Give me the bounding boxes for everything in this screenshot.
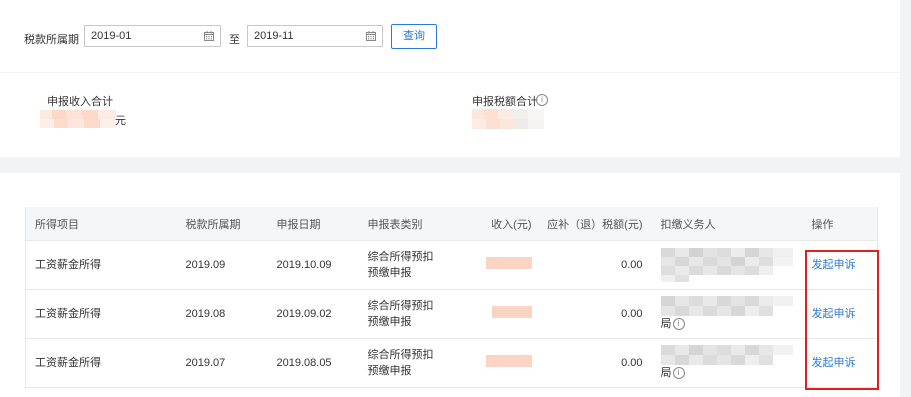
header-date: 申报日期 xyxy=(267,207,359,241)
cell-date: 2019.09.02 xyxy=(267,289,359,339)
cell-date: 2019.08.05 xyxy=(267,338,359,388)
end-period-value: 2019-11 xyxy=(254,30,294,42)
table-row: 工资薪金所得 2019.08 2019.09.02 综合所得预扣 预缴申报 0.… xyxy=(25,289,878,339)
calendar-icon[interactable] xyxy=(204,31,214,41)
cell-item: 工资薪金所得 xyxy=(25,240,177,290)
header-tax: 应补（退）税额(元) xyxy=(540,207,652,241)
cell-category: 综合所得预扣 预缴申报 xyxy=(358,338,457,388)
cell-period: 2019.09 xyxy=(176,240,268,290)
period-label: 税款所属期 xyxy=(24,34,79,46)
table-row: 工资薪金所得 2019.07 2019.08.05 综合所得预扣 预缴申报 0.… xyxy=(25,338,878,388)
category-line1: 综合所得预扣 xyxy=(367,300,434,312)
cell-income-redacted xyxy=(456,289,541,339)
header-agent: 扣缴义务人 xyxy=(651,207,803,241)
filter-panel: 税款所属期 2019-01 至 2019-11 查询 xyxy=(0,0,900,72)
tax-total-label: 申报税额合计 xyxy=(472,96,538,108)
cell-action: 发起申诉 xyxy=(802,289,878,339)
header-item: 所得项目 xyxy=(25,207,177,241)
header-income: 收入(元) xyxy=(456,207,541,241)
start-period-input[interactable]: 2019-01 xyxy=(84,25,221,47)
cell-period: 2019.08 xyxy=(176,289,268,339)
category-line2: 预缴申报 xyxy=(367,316,412,328)
cell-period: 2019.07 xyxy=(176,338,268,388)
cell-category: 综合所得预扣 预缴申报 xyxy=(358,240,457,290)
cell-item: 工资薪金所得 xyxy=(25,289,177,339)
cell-date: 2019.10.09 xyxy=(267,240,359,290)
header-category: 申报表类别 xyxy=(358,207,457,241)
cell-agent: 局i xyxy=(651,338,803,388)
cell-agent: 局i xyxy=(651,289,803,339)
category-line2: 预缴申报 xyxy=(367,267,412,279)
to-label: 至 xyxy=(229,34,240,46)
category-line2: 预缴申报 xyxy=(367,365,412,377)
declaration-table: 所得项目 税款所属期 申报日期 申报表类别 收入(元) 应补（退）税额(元) 扣… xyxy=(25,207,878,388)
summary-panel: 申报收入合计 元 申报税额合计 i xyxy=(0,73,900,157)
cell-tax: 0.00 xyxy=(540,240,652,290)
cell-income-redacted xyxy=(456,240,541,290)
cell-tax: 0.00 xyxy=(540,338,652,388)
header-period: 税款所属期 xyxy=(176,207,268,241)
tax-total-redacted xyxy=(472,109,544,129)
cell-agent-redacted xyxy=(651,240,803,290)
income-total-redacted xyxy=(40,110,116,128)
header-action: 操作 xyxy=(802,207,878,241)
appeal-link[interactable]: 发起申诉 xyxy=(812,259,856,271)
income-total-label: 申报收入合计 xyxy=(47,96,113,108)
calendar-icon[interactable] xyxy=(366,31,376,41)
declaration-table-panel: 所得项目 税款所属期 申报日期 申报表类别 收入(元) 应补（退）税额(元) 扣… xyxy=(0,173,900,397)
appeal-link[interactable]: 发起申诉 xyxy=(812,308,856,320)
cell-action: 发起申诉 xyxy=(802,240,878,290)
category-line1: 综合所得预扣 xyxy=(367,349,434,361)
appeal-link[interactable]: 发起申诉 xyxy=(812,357,856,369)
category-line1: 综合所得预扣 xyxy=(367,251,434,263)
info-icon[interactable]: i xyxy=(672,318,685,331)
cell-category: 综合所得预扣 预缴申报 xyxy=(358,289,457,339)
cell-tax: 0.00 xyxy=(540,289,652,339)
info-icon[interactable]: i xyxy=(536,94,548,106)
table-row: 工资薪金所得 2019.09 2019.10.09 综合所得预扣 预缴申报 0.… xyxy=(25,240,878,290)
table-header-row: 所得项目 税款所属期 申报日期 申报表类别 收入(元) 应补（退）税额(元) 扣… xyxy=(25,207,878,241)
start-period-value: 2019-01 xyxy=(91,30,132,42)
income-unit: 元 xyxy=(115,115,126,127)
cell-action: 发起申诉 xyxy=(802,338,878,388)
end-period-input[interactable]: 2019-11 xyxy=(247,25,383,47)
agent-suffix: 局 xyxy=(660,367,672,379)
info-icon[interactable]: i xyxy=(672,367,685,380)
agent-suffix: 局 xyxy=(660,318,672,330)
query-button[interactable]: 查询 xyxy=(391,24,437,49)
cell-income-redacted xyxy=(456,338,541,388)
cell-item: 工资薪金所得 xyxy=(25,338,177,388)
